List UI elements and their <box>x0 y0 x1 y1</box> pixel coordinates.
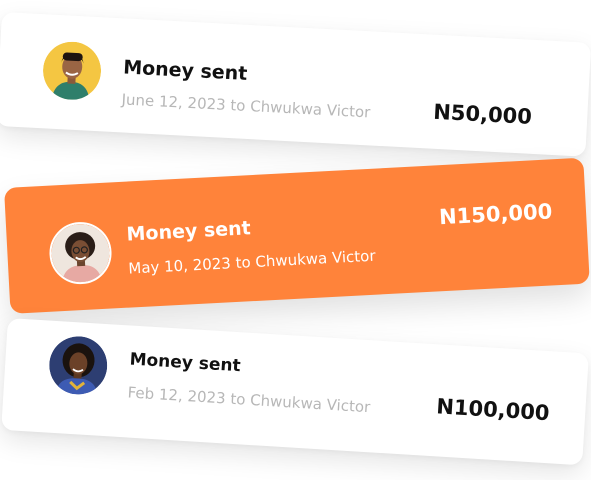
transaction-title: Money sent <box>129 349 242 377</box>
person-avatar-icon <box>43 41 102 101</box>
transaction-title: Money sent <box>126 217 252 246</box>
person-avatar-icon <box>49 336 108 396</box>
avatar <box>47 220 114 286</box>
transaction-card[interactable]: Money sent Feb 12, 2023 to Chwukwa Victo… <box>1 318 589 466</box>
transaction-title: Money sent <box>122 56 248 85</box>
transaction-details: Feb 12, 2023 to Chwukwa Victor <box>127 383 371 417</box>
transactions-stage: Money sent June 12, 2023 to Chwukwa Vict… <box>0 0 591 480</box>
transaction-amount: N50,000 <box>432 99 533 129</box>
avatar <box>48 335 109 396</box>
transaction-details: June 12, 2023 to Chwukwa Victor <box>121 90 371 122</box>
avatar <box>42 40 103 101</box>
transaction-amount: N100,000 <box>435 394 551 426</box>
transaction-card[interactable]: Money sent June 12, 2023 to Chwukwa Vict… <box>0 12 591 157</box>
person-avatar-icon <box>51 224 110 284</box>
transaction-card-highlighted[interactable]: Money sent May 10, 2023 to Chwukwa Victo… <box>4 157 590 314</box>
transaction-details: May 10, 2023 to Chwukwa Victor <box>127 246 376 278</box>
transaction-amount: N150,000 <box>438 199 553 230</box>
